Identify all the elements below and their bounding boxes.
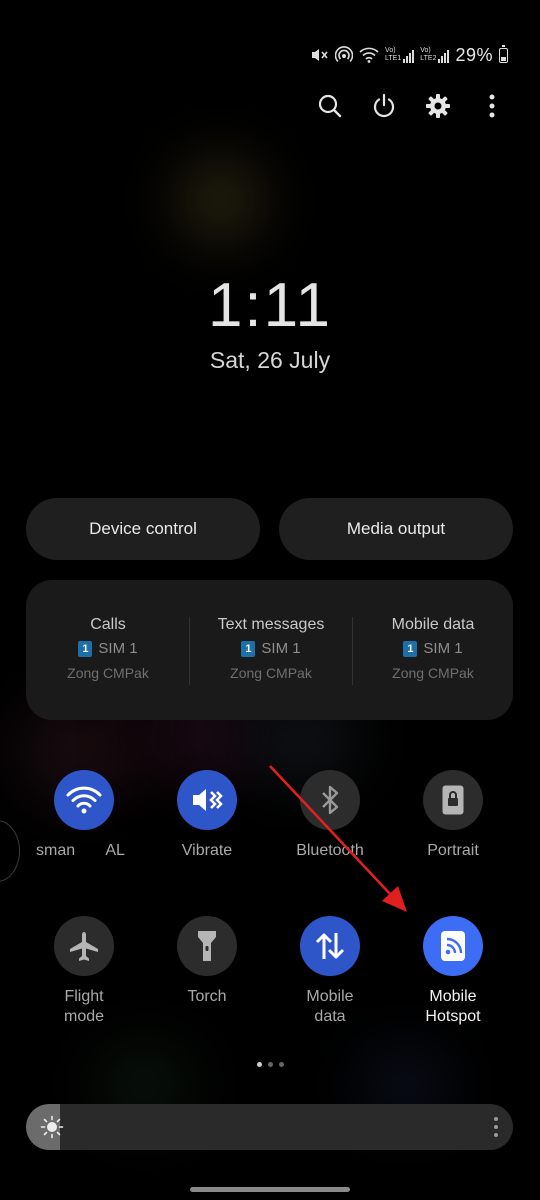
sim-carrier: Zong CMPak — [230, 665, 312, 681]
flashlight-icon — [198, 931, 216, 961]
sim-mobile-data[interactable]: Mobile data 1 SIM 1 Zong CMPak — [358, 616, 508, 681]
flight-mode-tile[interactable]: Flight mode — [24, 916, 144, 1027]
battery-icon — [499, 44, 508, 63]
settings-button[interactable] — [420, 88, 456, 124]
portrait-tile[interactable]: Portrait — [393, 770, 513, 861]
bluetooth-label: Bluetooth — [296, 842, 364, 859]
data-arrows-icon — [315, 933, 345, 959]
battery-percent: 29% — [455, 44, 493, 65]
bluetooth-toggle[interactable] — [300, 770, 360, 830]
sim-label: SIM 1 — [98, 640, 138, 657]
sim-data-title: Mobile data — [391, 616, 475, 633]
navigation-handle[interactable] — [190, 1187, 350, 1192]
bluetooth-tile[interactable]: Bluetooth — [270, 770, 390, 861]
power-icon — [373, 93, 395, 118]
more-options-button[interactable] — [474, 88, 510, 124]
divider — [189, 617, 190, 685]
sim-calls[interactable]: Calls 1 SIM 1 Zong CMPak — [33, 616, 183, 681]
sim-label: SIM 1 — [423, 640, 463, 657]
page-dot — [278, 1062, 284, 1067]
gear-icon — [426, 94, 450, 118]
mobile-data-toggle[interactable] — [300, 916, 360, 976]
wifi-tile[interactable]: sman AL — [24, 770, 144, 861]
vibrate-tile[interactable]: Vibrate — [147, 770, 267, 861]
sim-text-messages[interactable]: Text messages 1 SIM 1 Zong CMPak — [196, 616, 346, 681]
vibrate-toggle[interactable] — [177, 770, 237, 830]
brightness-slider[interactable] — [26, 1104, 513, 1150]
mobile-hotspot-label: Mobile Hotspot — [425, 988, 481, 1025]
mobile-hotspot-toggle[interactable] — [423, 916, 483, 976]
wifi-icon — [66, 786, 102, 814]
wifi-status-icon — [359, 47, 379, 63]
sim-card-icon: 1 — [241, 640, 256, 657]
edge-panel-handle[interactable] — [0, 820, 20, 882]
portrait-lock-icon — [442, 785, 464, 815]
sim-carrier: Zong CMPak — [392, 665, 474, 681]
lte1-signal-icon: Vo) LTE1 — [385, 47, 415, 63]
sim-manager-card[interactable]: Calls 1 SIM 1 Zong CMPak Text messages 1S… — [26, 580, 513, 720]
hotspot-status-icon — [335, 46, 354, 64]
brightness-sun-icon — [40, 1115, 64, 1139]
divider — [352, 617, 353, 685]
mobile-hotspot-tile[interactable]: Mobile Hotspot — [393, 916, 513, 1027]
flight-mode-label: Flight mode — [63, 988, 105, 1025]
page-dot — [256, 1062, 262, 1067]
clock-time: 1:11 — [207, 271, 333, 340]
portrait-toggle[interactable] — [423, 770, 483, 830]
mobile-data-tile[interactable]: Mobile data — [270, 916, 390, 1027]
page-dot — [267, 1062, 273, 1067]
flight-mode-toggle[interactable] — [54, 916, 114, 976]
torch-tile[interactable]: Torch — [147, 916, 267, 1007]
bluetooth-icon — [322, 785, 339, 815]
mobile-data-label: Mobile data — [306, 988, 354, 1025]
search-icon — [318, 94, 342, 118]
vibrate-icon — [193, 789, 223, 811]
lte2-signal-icon: Vo) LTE2 — [420, 47, 450, 63]
search-button[interactable] — [312, 88, 348, 124]
portrait-label: Portrait — [427, 842, 479, 859]
wifi-toggle[interactable] — [54, 770, 114, 830]
vibrate-label: Vibrate — [181, 842, 233, 859]
sim-messages-title: Text messages — [217, 616, 325, 633]
torch-label: Torch — [187, 988, 227, 1005]
clock-date: Sat, 26 July — [209, 347, 331, 373]
sim-carrier: Zong CMPak — [67, 665, 149, 681]
power-button[interactable] — [366, 88, 402, 124]
airplane-icon — [70, 932, 98, 961]
sim-card-icon: 1 — [78, 640, 93, 657]
brightness-more-icon[interactable] — [493, 1115, 499, 1139]
sim-calls-title: Calls — [90, 616, 126, 633]
device-control-button[interactable]: Device control — [26, 498, 260, 560]
page-indicator — [0, 1062, 540, 1067]
quick-panel-actions — [312, 88, 510, 124]
status-bar: Vo) LTE1 Vo) LTE2 29% — [311, 44, 508, 66]
torch-toggle[interactable] — [177, 916, 237, 976]
sim-label: SIM 1 — [261, 640, 301, 657]
media-output-button[interactable]: Media output — [279, 498, 513, 560]
wifi-label: sman AL — [36, 842, 125, 859]
mute-icon — [311, 47, 329, 63]
more-vertical-icon — [489, 94, 495, 118]
hotspot-icon — [441, 931, 465, 961]
sim-card-icon: 1 — [403, 640, 418, 657]
